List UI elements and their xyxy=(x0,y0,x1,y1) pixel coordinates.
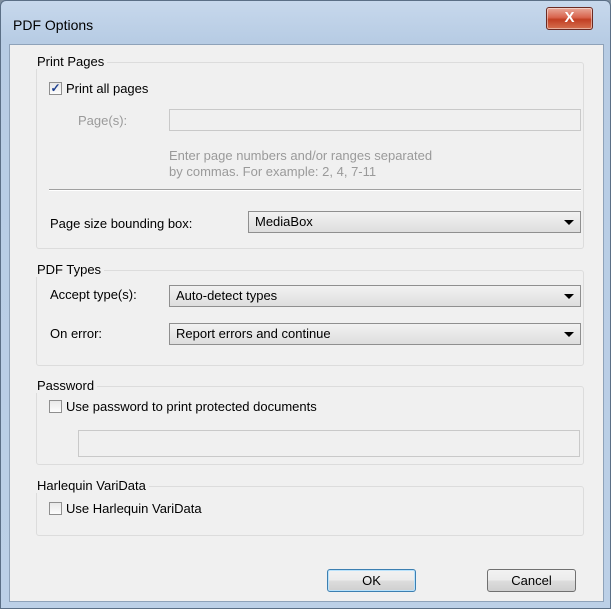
use-password-checkbox-row[interactable]: Use password to print protected document… xyxy=(49,399,317,414)
print-all-pages-checkbox[interactable]: ✓ xyxy=(49,82,62,95)
pdf-types-legend: PDF Types xyxy=(35,262,105,277)
password-group: Password Use password to print protected… xyxy=(35,378,584,465)
print-pages-legend: Print Pages xyxy=(35,54,108,69)
varidata-legend: Harlequin VariData xyxy=(35,478,149,493)
password-input[interactable] xyxy=(78,430,580,457)
print-all-pages-checkbox-row[interactable]: ✓ Print all pages xyxy=(49,81,148,96)
accept-types-select[interactable]: Auto-detect types xyxy=(169,285,581,307)
cancel-button[interactable]: Cancel xyxy=(487,569,576,592)
chevron-down-icon xyxy=(564,332,574,337)
chevron-down-icon xyxy=(564,294,574,299)
varidata-group: Harlequin VariData Use Harlequin VariDat… xyxy=(35,478,584,536)
close-button[interactable]: X xyxy=(546,7,593,30)
print-all-pages-label: Print all pages xyxy=(66,81,149,96)
use-password-checkbox[interactable] xyxy=(49,400,62,413)
pdf-types-group: PDF Types Accept type(s): Auto-detect ty… xyxy=(35,262,584,366)
use-varidata-label: Use Harlequin VariData xyxy=(66,501,202,516)
pages-hint: Enter page numbers and/or ranges separat… xyxy=(169,148,432,180)
ok-button[interactable]: OK xyxy=(327,569,416,592)
use-password-label: Use password to print protected document… xyxy=(66,399,317,414)
print-pages-separator xyxy=(49,189,581,191)
dialog-title: PDF Options xyxy=(13,17,94,33)
pages-hint-line-2: by commas. For example: 2, 4, 7-11 xyxy=(169,164,377,179)
chevron-down-icon xyxy=(564,220,574,225)
dialog-body: Print Pages ✓ Print all pages Page(s): E… xyxy=(9,44,604,602)
print-pages-group: Print Pages ✓ Print all pages Page(s): E… xyxy=(35,54,584,249)
pages-input[interactable] xyxy=(169,109,581,131)
use-varidata-checkbox[interactable] xyxy=(49,502,62,515)
use-varidata-checkbox-row[interactable]: Use Harlequin VariData xyxy=(49,501,202,516)
pages-label: Page(s): xyxy=(78,113,128,128)
on-error-select[interactable]: Report errors and continue xyxy=(169,323,581,345)
pdf-options-dialog: PDF Options X Print Pages ✓ Print all pa… xyxy=(0,0,611,609)
on-error-label: On error: xyxy=(50,326,103,341)
bbox-select[interactable]: MediaBox xyxy=(248,211,581,233)
on-error-select-value: Report errors and continue xyxy=(176,326,331,341)
accept-types-label: Accept type(s): xyxy=(50,287,137,302)
password-legend: Password xyxy=(35,378,98,393)
bbox-label: Page size bounding box: xyxy=(50,216,193,231)
pages-hint-line-1: Enter page numbers and/or ranges separat… xyxy=(169,148,433,163)
bbox-select-value: MediaBox xyxy=(255,214,313,229)
accept-types-select-value: Auto-detect types xyxy=(176,288,278,303)
close-icon: X xyxy=(564,9,575,26)
